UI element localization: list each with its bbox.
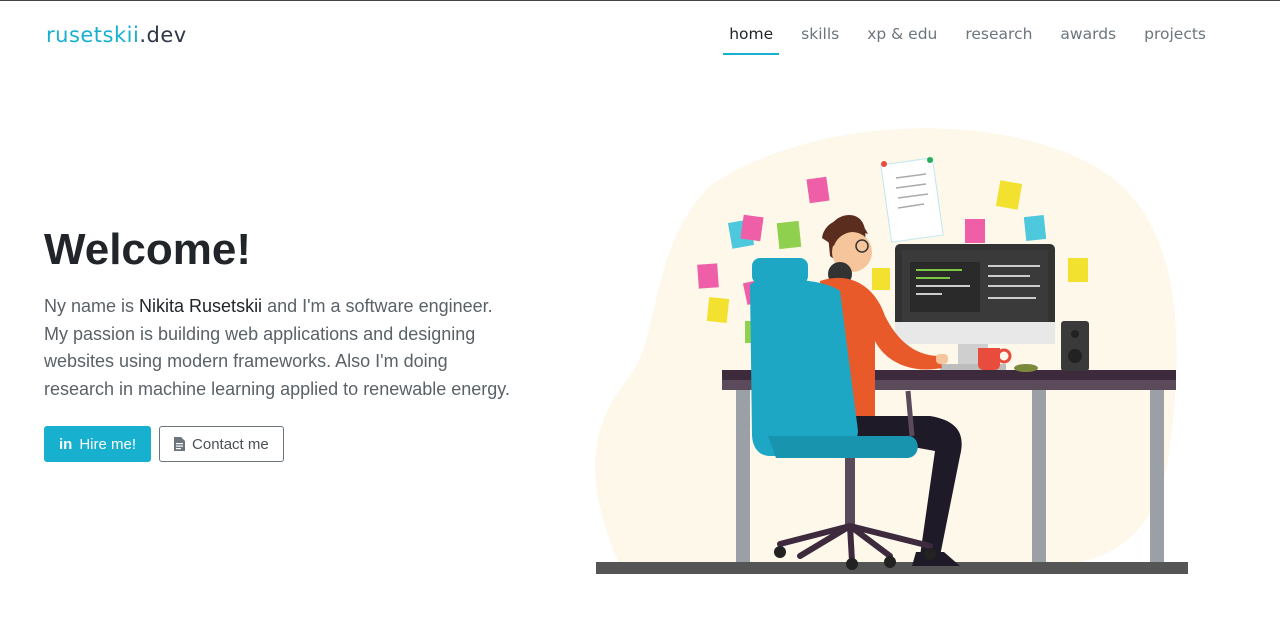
nav-item-xp-edu[interactable]: xp & edu	[853, 23, 951, 55]
hire-me-button[interactable]: in Hire me!	[44, 426, 152, 462]
nav-item-skills[interactable]: skills	[787, 23, 853, 55]
cta-buttons: in Hire me! Contact me	[44, 426, 524, 462]
contact-me-button[interactable]: Contact me	[159, 426, 284, 462]
page-title: Welcome!	[44, 225, 252, 274]
hire-me-label: Hire me!	[79, 435, 137, 453]
document-icon	[174, 437, 186, 451]
mug	[978, 348, 1000, 370]
intro-text: Ny name is Nikita Rusetskii and I'm a so…	[44, 293, 514, 403]
author-name: Nikita Rusetskii	[139, 296, 263, 316]
navbar: rusetskii.dev home skills xp & edu resea…	[0, 1, 1280, 71]
brand-domain: .dev	[139, 23, 187, 47]
brand-logo[interactable]: rusetskii.dev	[46, 23, 187, 47]
main-nav: home skills xp & edu research awards pro…	[715, 23, 1220, 55]
contact-me-label: Contact me	[192, 435, 269, 453]
nav-item-projects[interactable]: projects	[1130, 23, 1220, 55]
hero-section: Welcome! Ny name is Nikita Rusetskii and…	[44, 225, 524, 462]
nav-item-research[interactable]: research	[951, 23, 1046, 55]
speaker	[1061, 321, 1089, 371]
linkedin-icon: in	[59, 435, 73, 453]
developer-illustration	[595, 128, 1188, 574]
nav-item-home[interactable]: home	[715, 23, 787, 55]
brand-name: rusetskii	[46, 23, 140, 47]
intro-prefix: Ny name is	[44, 296, 140, 316]
nav-item-awards[interactable]: awards	[1046, 23, 1130, 55]
